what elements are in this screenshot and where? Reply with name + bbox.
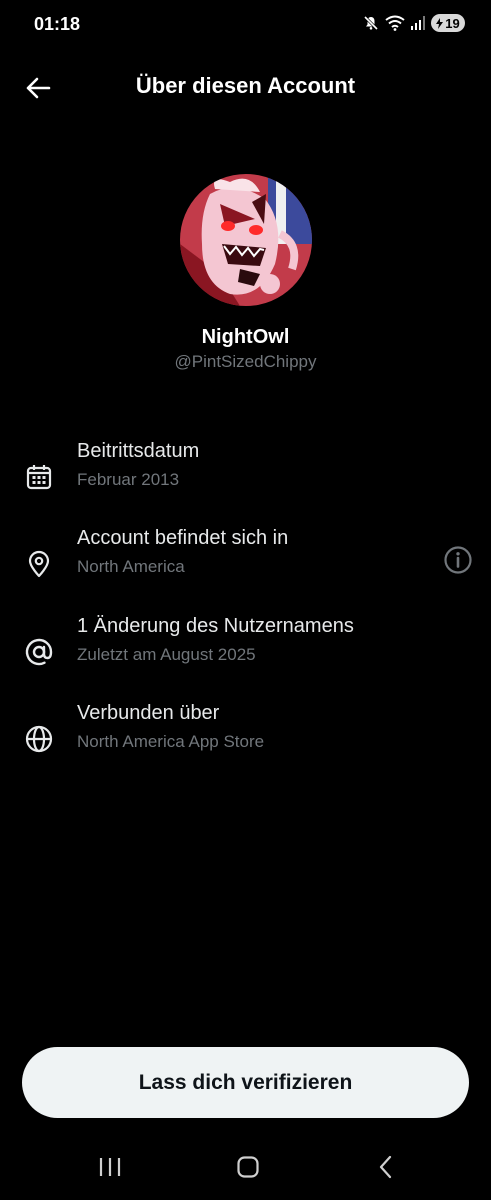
- verify-button[interactable]: Lass dich verifizieren: [22, 1047, 469, 1118]
- mute-icon: [363, 15, 379, 31]
- system-nav-bar: [0, 1140, 491, 1196]
- battery-level: 19: [445, 15, 460, 31]
- status-bar: 01:18 19: [0, 0, 491, 52]
- signal-icon: [411, 16, 425, 30]
- header: Über diesen Account: [0, 60, 491, 114]
- info-item-join-date: Beitrittsdatum Februar 2013: [0, 440, 491, 520]
- info-item-connected-via: Verbunden über North America App Store: [0, 702, 491, 782]
- location-pin-icon: [22, 547, 56, 581]
- info-title: Verbunden über: [77, 702, 220, 724]
- battery-icon: 19: [431, 14, 465, 32]
- info-subtitle: North America: [77, 557, 185, 576]
- wifi-icon: [385, 15, 405, 31]
- avatar[interactable]: [180, 174, 312, 306]
- info-subtitle: Februar 2013: [77, 470, 180, 489]
- username-handle: @PintSizedChippy: [174, 352, 317, 371]
- info-title: Beitrittsdatum: [77, 440, 200, 462]
- globe-icon: [22, 722, 56, 756]
- info-item-username-changes: 1 Änderung des Nutzernamens Zuletzt am A…: [0, 615, 491, 695]
- location-info-button[interactable]: [441, 543, 475, 577]
- status-icons: 19: [363, 14, 465, 32]
- back-icon: [379, 1155, 392, 1179]
- info-title: 1 Änderung des Nutzernamens: [77, 615, 354, 637]
- at-sign-icon: [22, 635, 56, 669]
- info-item-location: Account befindet sich in North America: [0, 527, 491, 607]
- nav-back-button[interactable]: [366, 1150, 406, 1184]
- home-button[interactable]: [228, 1150, 268, 1184]
- page-title: Über diesen Account: [135, 73, 356, 98]
- info-icon: [444, 546, 472, 574]
- recent-apps-button[interactable]: [90, 1150, 130, 1184]
- display-name: NightOwl: [201, 326, 290, 348]
- info-subtitle: Zuletzt am August 2025: [77, 645, 256, 664]
- home-icon: [237, 1156, 259, 1178]
- status-time: 01:18: [34, 14, 81, 34]
- calendar-icon: [22, 460, 56, 494]
- info-title: Account befindet sich in: [77, 527, 289, 549]
- info-subtitle: North America App Store: [77, 732, 265, 751]
- recent-apps-icon: [99, 1158, 121, 1176]
